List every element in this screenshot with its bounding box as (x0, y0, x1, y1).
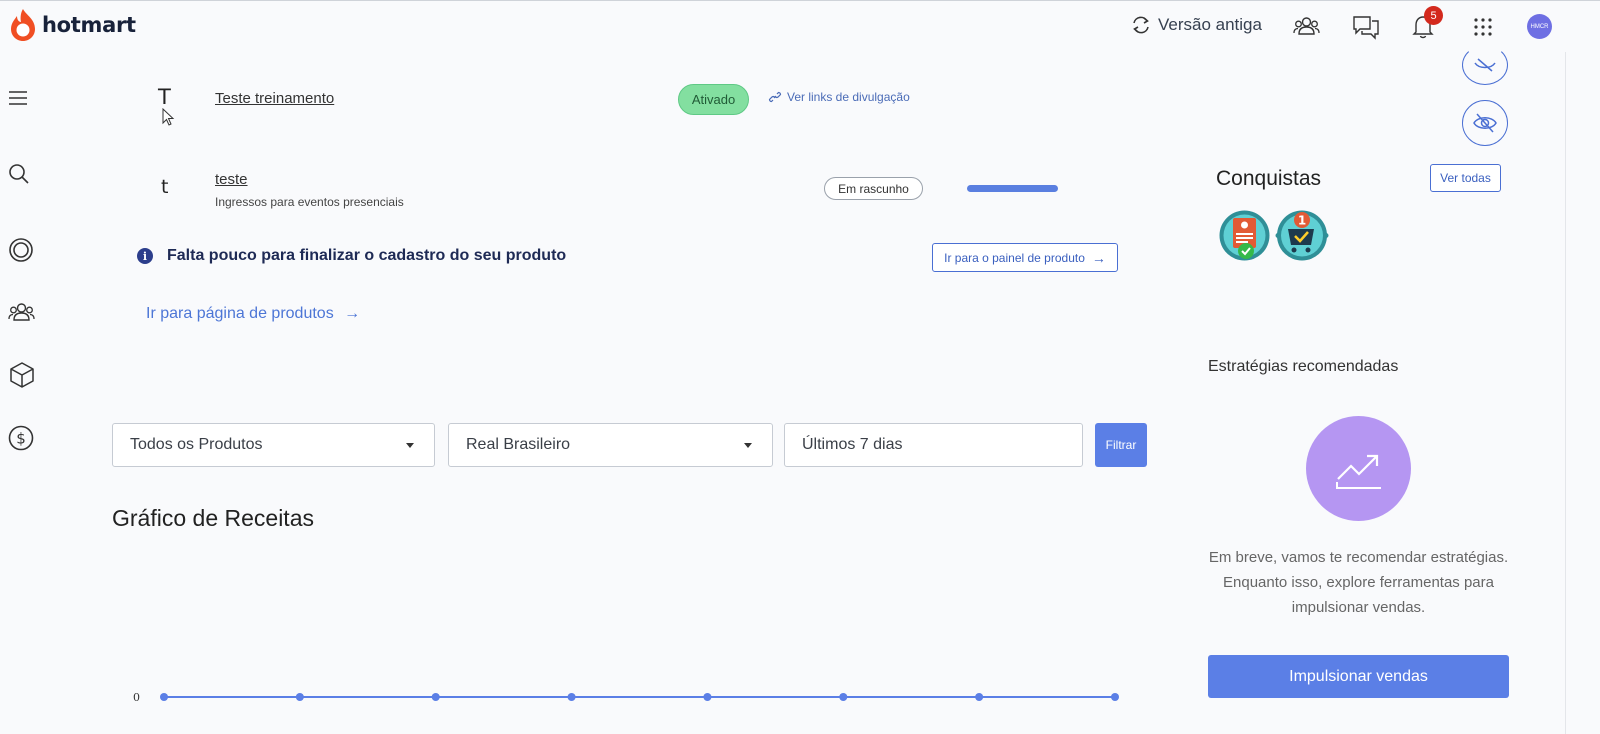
revenue-data-point[interactable] (567, 693, 576, 701)
period-select[interactable]: Últimos 7 dias (784, 423, 1083, 467)
pagina-produtos-link[interactable]: Ir para página de produtos → (146, 305, 360, 323)
svg-text:$: $ (16, 430, 26, 448)
status-badge-ativado: Ativado (678, 84, 749, 115)
currency-select[interactable]: Real Brasileiro (448, 423, 773, 467)
impulsionar-vendas-button[interactable]: Impulsionar vendas (1208, 655, 1509, 698)
revenue-data-point[interactable] (1111, 693, 1119, 701)
avatar[interactable]: HMCR (1527, 14, 1552, 39)
product-initial: T (158, 85, 171, 109)
revenue-data-point[interactable] (703, 693, 712, 701)
product-initial: t (161, 176, 169, 198)
ver-links-label: Ver links de divulgação (787, 90, 910, 104)
product-select-value: Todos os Produtos (130, 436, 263, 453)
revenue-data-point[interactable] (160, 693, 168, 701)
scrollbar[interactable] (1565, 52, 1566, 734)
arrow-right-icon: → (344, 305, 361, 322)
achievement-profile-icon[interactable] (1218, 209, 1271, 267)
strategy-illustration (1306, 416, 1411, 521)
trending-up-icon (1335, 454, 1381, 489)
revenue-data-point[interactable] (839, 693, 848, 701)
progress-bar (967, 185, 1058, 192)
product-name-link[interactable]: teste (215, 171, 248, 188)
estrategias-text: Em breve, vamos te recomendar estratégia… (1208, 549, 1509, 616)
apps-grid-icon[interactable] (1473, 17, 1493, 42)
info-icon: i (137, 248, 153, 264)
status-badge-rascunho: Em rascunho (824, 177, 923, 200)
eye-off-icon (1474, 58, 1496, 72)
avatar-label: HMCR (1530, 23, 1549, 30)
estrategias-title: Estratégias recomendadas (1208, 358, 1399, 375)
hide-toggle-button[interactable] (1462, 45, 1508, 85)
caret-down-icon (406, 443, 414, 448)
top-bar: hotmart Versão antiga 5 HMCR (0, 0, 1600, 52)
search-icon[interactable] (8, 163, 30, 190)
product-select[interactable]: Todos os Produtos (112, 423, 435, 467)
notification-badge: 5 (1424, 6, 1443, 25)
ver-todas-button[interactable]: Ver todas (1430, 164, 1501, 192)
y-tick-label: 0 (133, 691, 140, 704)
revenue-data-point[interactable] (295, 693, 304, 701)
achievement-sale-icon[interactable]: 1 (1275, 209, 1329, 267)
achievement-count: 1 (1298, 214, 1306, 228)
incomplete-notice: i Falta pouco para finalizar o cadastro … (137, 247, 566, 265)
filtrar-button[interactable]: Filtrar (1095, 423, 1147, 467)
mouse-cursor-icon (162, 107, 176, 131)
users-sidebar-icon[interactable] (8, 300, 35, 329)
currency-select-value: Real Brasileiro (466, 436, 571, 453)
hotmart-logo[interactable]: hotmart (8, 8, 136, 42)
pagina-produtos-label: Ir para página de produtos (146, 305, 334, 322)
eye-off-icon (1473, 113, 1497, 133)
users-icon[interactable] (1293, 14, 1320, 43)
ver-links-divulgacao-link[interactable]: Ver links de divulgação (768, 90, 910, 104)
painel-produto-label: Ir para o painel de produto (944, 250, 1085, 265)
link-icon (768, 91, 782, 103)
box-icon[interactable] (8, 361, 36, 394)
conquistas-title: Conquistas (1216, 167, 1322, 190)
revenue-data-point[interactable] (431, 693, 440, 701)
chart-title: Gráfico de Receitas (112, 505, 314, 531)
flame-icon (11, 9, 35, 41)
product-name-link[interactable]: Teste treinamento (215, 90, 334, 107)
period-select-value: Últimos 7 dias (802, 436, 903, 453)
menu-icon[interactable] (8, 89, 28, 112)
arrow-right-icon: → (1091, 249, 1106, 266)
painel-produto-button[interactable]: Ir para o painel de produto → (932, 243, 1118, 272)
versao-antiga-label: Versão antiga (1158, 15, 1262, 34)
chat-icon[interactable] (1352, 14, 1380, 45)
brand-name: hotmart (42, 13, 136, 37)
revenue-data-point[interactable] (975, 693, 984, 701)
target-icon[interactable] (8, 237, 34, 268)
filtrar-label: Filtrar (1105, 438, 1137, 452)
caret-down-icon (744, 443, 752, 448)
notice-text: Falta pouco para finalizar o cadastro do… (167, 247, 567, 264)
product-subtitle: Ingressos para eventos presenciais (215, 195, 404, 209)
hide-toggle-button[interactable] (1462, 100, 1508, 146)
versao-antiga-link[interactable]: Versão antiga (1130, 15, 1262, 35)
revenue-chart: 0 (133, 691, 1119, 704)
dollar-icon[interactable]: $ (8, 425, 34, 456)
switch-version-icon (1133, 16, 1149, 34)
